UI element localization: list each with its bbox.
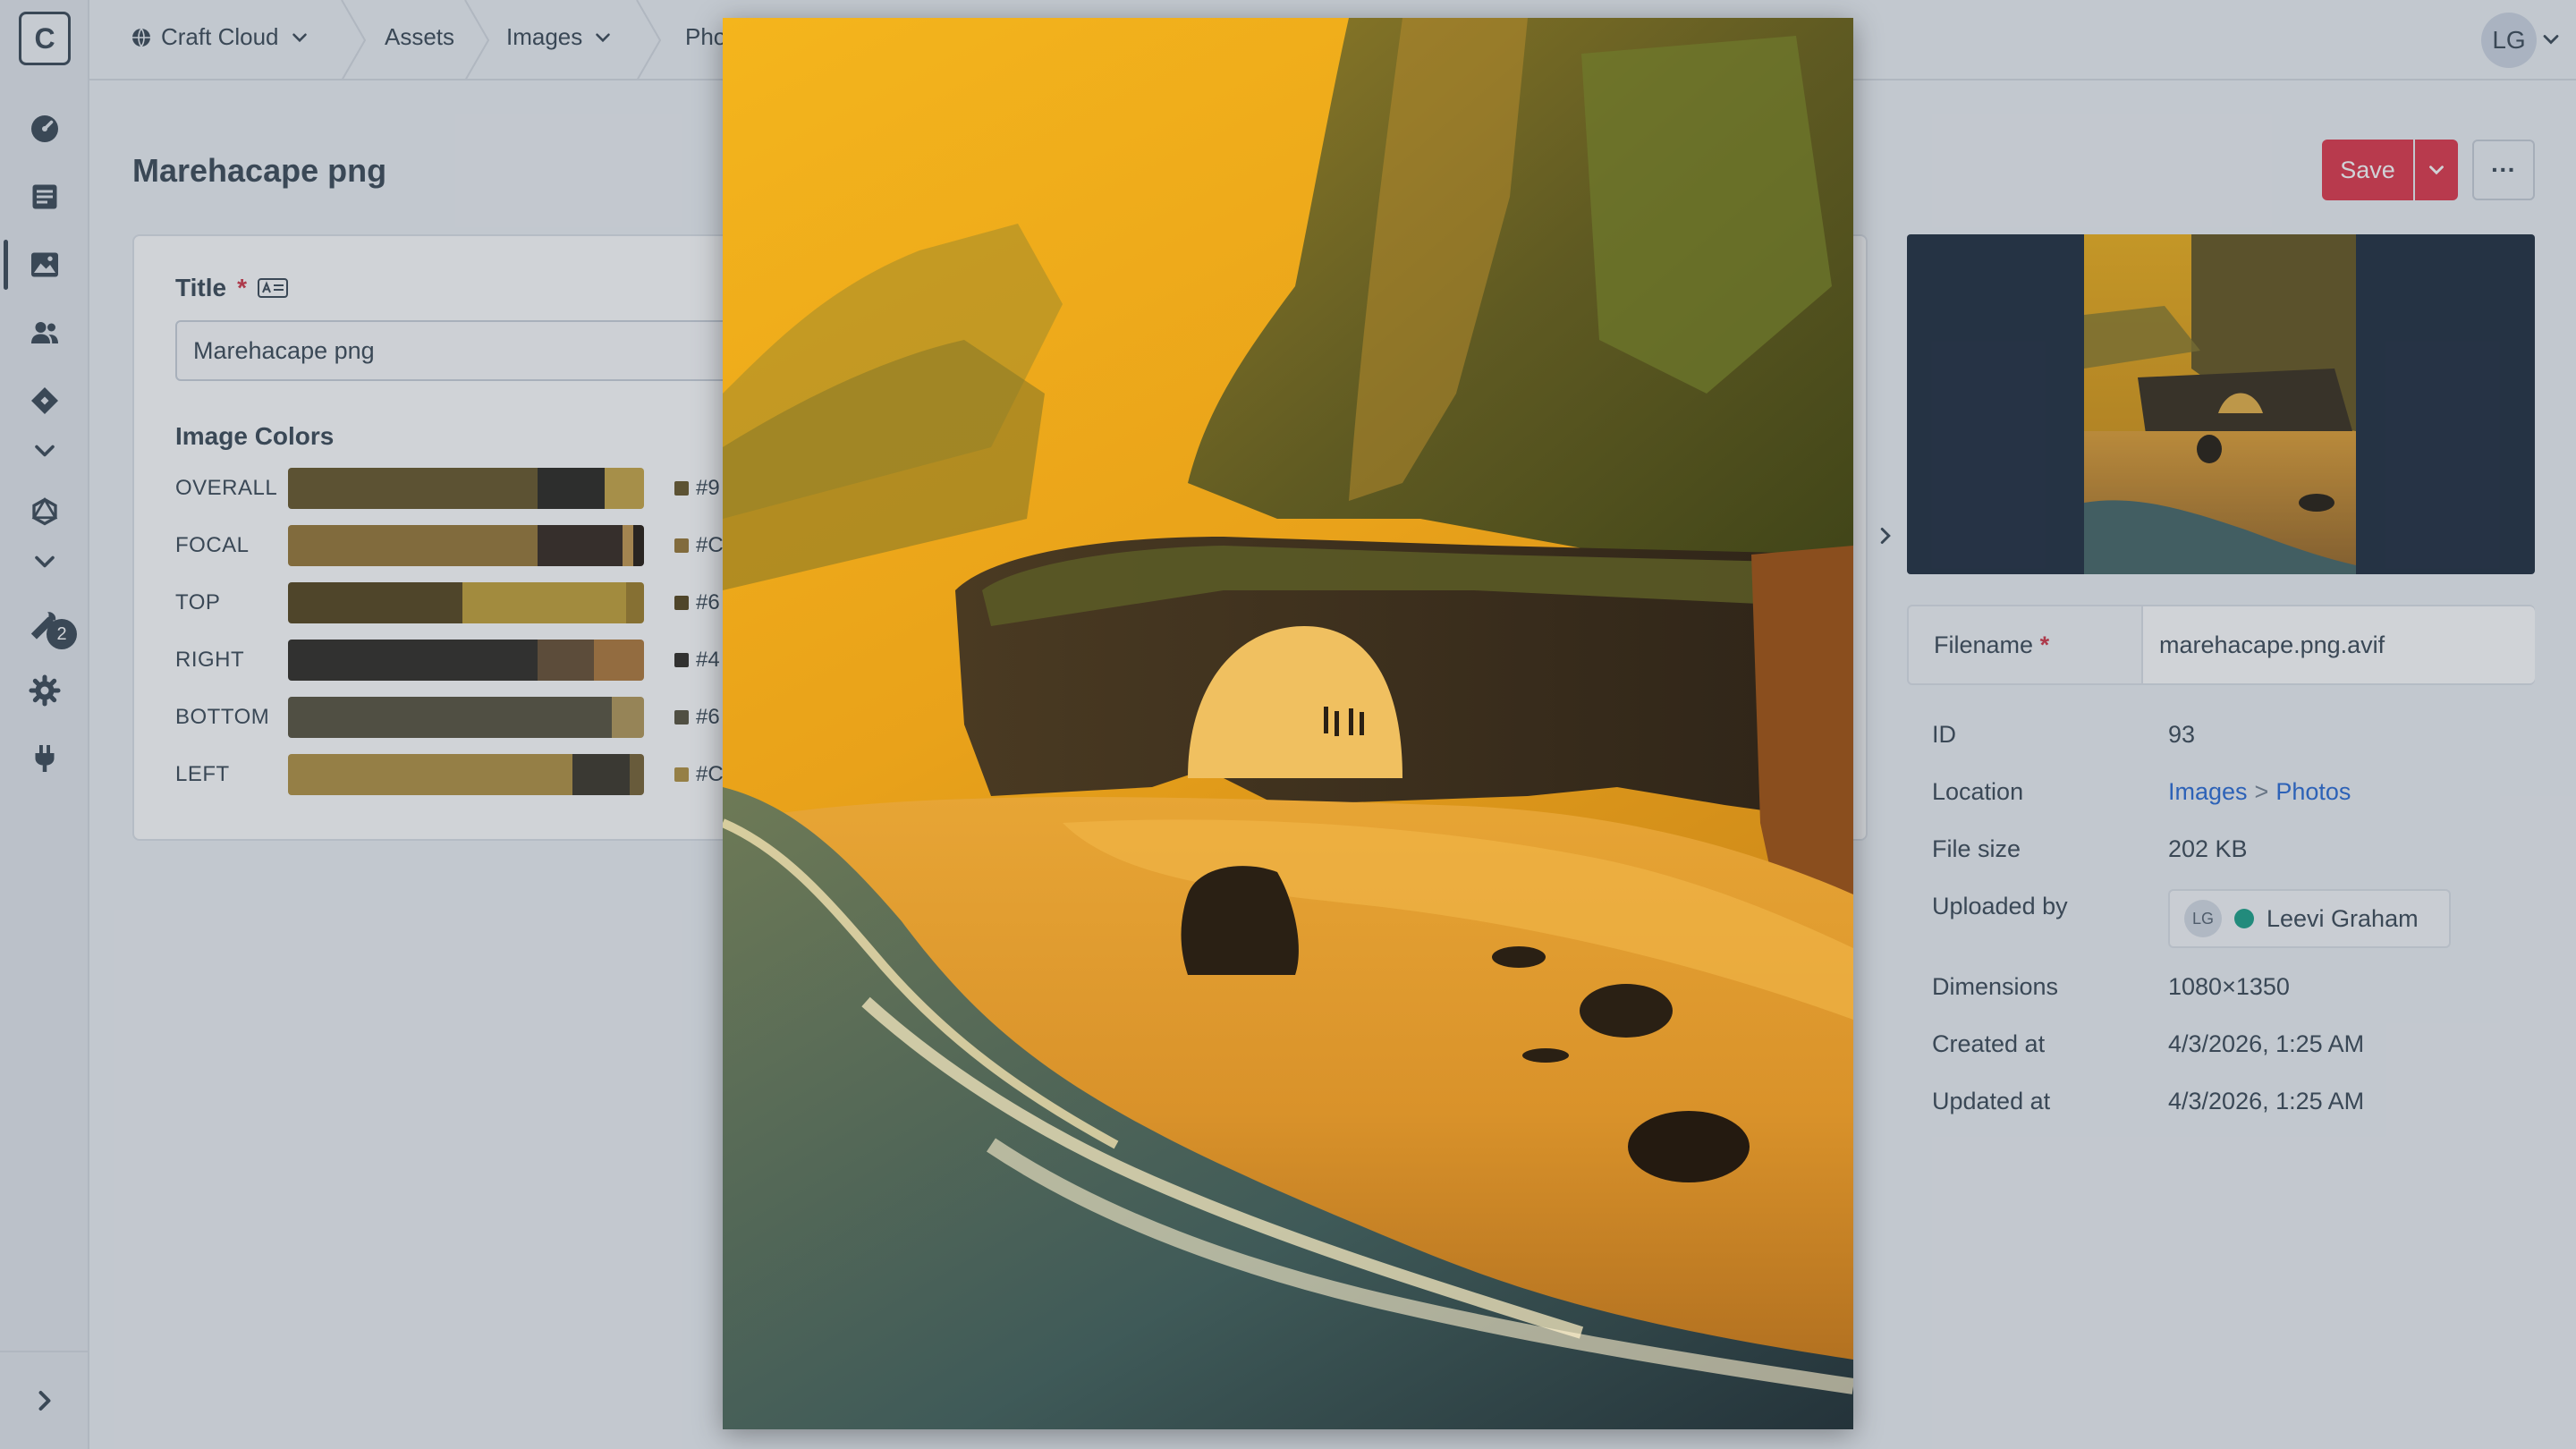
preview-photo [723, 18, 1853, 1429]
image-preview-modal[interactable] [723, 18, 1853, 1429]
